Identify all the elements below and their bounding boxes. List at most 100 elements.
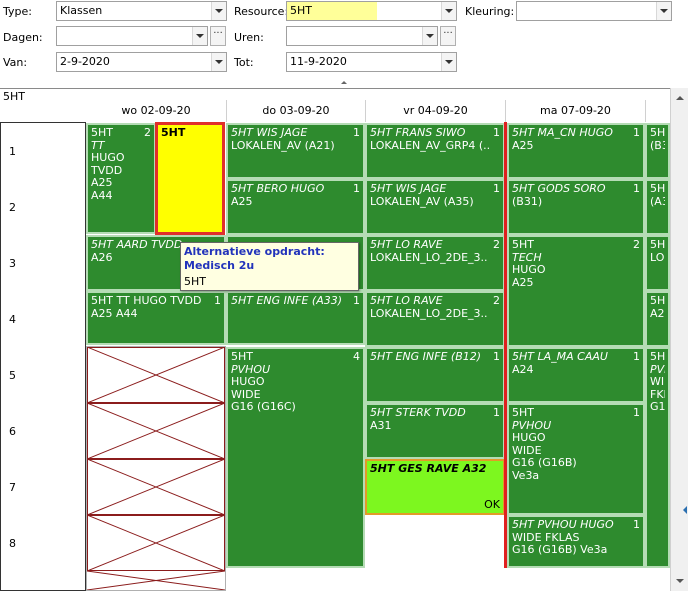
lesson-block[interactable]: 1 5HT WIS JAGE LOKALEN_AV (A35) <box>365 179 505 235</box>
uren-dropdown-button[interactable] <box>422 27 437 45</box>
type-label: Type: <box>3 5 32 18</box>
lesson-line: 5HT AARD TVDD <box>91 239 183 251</box>
lesson-line: G16 (G16B) <box>512 457 577 469</box>
hour-label: 2 <box>9 200 16 214</box>
lesson-block[interactable]: 4 5HT PVHOU HUGO WIDE G16 (G16C) <box>226 347 365 568</box>
lesson-line: 5HT <box>91 127 113 139</box>
lesson-block[interactable]: 1 5HT PVHOU HUGO WIDE FKLAS G16 (G16B) V… <box>507 515 645 568</box>
kleuring-select[interactable] <box>516 1 672 21</box>
lesson-line: 5HT BERO HUGO <box>231 183 325 195</box>
tot-date-picker[interactable]: 11-9-2020 <box>286 52 457 72</box>
lesson-count: 1 <box>353 294 360 307</box>
lesson-block[interactable]: 5H (B31 <box>645 123 670 179</box>
tot-label: Tot: <box>234 56 254 69</box>
lesson-line: 5HT GES RAVE A32 <box>370 463 487 475</box>
lesson-line: (A3 <box>650 195 665 208</box>
selected-lesson-block[interactable]: 5HT <box>155 122 225 235</box>
lesson-block[interactable]: 1 5HT ENG INFE (A33) <box>226 291 365 345</box>
lesson-line: TVDD <box>91 164 123 177</box>
lesson-block[interactable]: 1 5HT ENG INFE (B12) <box>365 347 505 403</box>
van-date-picker[interactable]: 2-9-2020 <box>56 52 227 72</box>
lesson-line: 5HT WIS JAGE <box>231 127 308 139</box>
uren-label: Uren: <box>234 31 264 44</box>
lesson-block[interactable]: 1 5HT PVHOU HUGO WIDE G16 (G16B) Ve3a <box>507 403 645 515</box>
dagen-ellipsis-button[interactable]: ··· <box>210 26 226 46</box>
dagen-select[interactable] <box>56 26 208 46</box>
lesson-block[interactable]: 2 5HT TT HUGO TVDD A25 A44 <box>86 123 156 234</box>
lesson-count: 1 <box>493 406 500 419</box>
lesson-block[interactable]: 1 5HT GODS SORO (B31) <box>507 179 645 235</box>
lesson-line: PVHOU <box>231 363 271 376</box>
vertical-scrollbar[interactable] <box>670 88 688 591</box>
lesson-block[interactable]: 2 5HT TECH HUGO A25 <box>507 235 645 347</box>
dagen-value <box>57 27 192 45</box>
lesson-block[interactable]: 1 5HT BERO HUGO A25 <box>226 179 365 235</box>
lesson-block[interactable]: 5H (A3 <box>645 179 670 235</box>
lesson-line: 5H <box>650 239 665 251</box>
lesson-block[interactable]: 2 5HT LO RAVE LOKALEN_LO_2DE_3.. <box>365 291 505 347</box>
current-week-marker <box>504 122 507 568</box>
lesson-line: TT <box>91 139 105 152</box>
van-value[interactable]: 2-9-2020 <box>57 53 211 71</box>
lesson-line: LOKALEN_AV (A35) <box>370 195 474 208</box>
chevron-down-icon <box>660 9 668 13</box>
kleuring-label: Kleuring: <box>465 5 515 18</box>
resource-dropdown-button[interactable] <box>441 2 456 20</box>
lesson-line: A44 <box>91 189 113 202</box>
lesson-line: 5HT FRANS SIWO <box>370 127 466 139</box>
lesson-block[interactable]: 1 5HT TT HUGO TVDD A25 A44 <box>86 291 226 345</box>
lesson-line: 5HT TT HUGO TVDD <box>91 295 202 307</box>
lesson-line: A25 <box>91 177 113 189</box>
lesson-line: WIDE <box>512 444 542 457</box>
uren-ellipsis-button[interactable]: ··· <box>440 26 456 46</box>
lesson-block[interactable]: 1 5HT FRANS SIWO LOKALEN_AV_GRP4 (.. <box>365 123 505 179</box>
uren-value <box>287 27 422 45</box>
lesson-line: 5HT MA_CN HUGO <box>512 127 613 139</box>
tot-dropdown-button[interactable] <box>441 53 456 71</box>
day-header-ma[interactable]: ma 07-09-20 <box>505 100 645 122</box>
lesson-line: A24 <box>512 363 534 376</box>
lesson-line: TECH <box>512 251 542 264</box>
type-select[interactable]: Klassen <box>56 1 227 21</box>
lesson-block[interactable]: 5H LOK <box>645 235 670 291</box>
dagen-dropdown-button[interactable] <box>192 27 207 45</box>
day-header-wo[interactable]: wo 02-09-20 <box>86 100 226 122</box>
lesson-line: 5HT LA_MA CAAU <box>512 351 608 363</box>
day-header-do[interactable]: do 03-09-20 <box>226 100 365 122</box>
lesson-line: (B31 <box>650 139 665 152</box>
lesson-block[interactable]: 5H A25 <box>645 291 670 347</box>
tot-value[interactable]: 11-9-2020 <box>287 53 441 71</box>
lesson-line: 5HT GODS SORO <box>512 183 606 195</box>
day-header-vr[interactable]: vr 04-09-20 <box>365 100 505 122</box>
lesson-line: (B31) <box>512 195 543 208</box>
lesson-line: HUGO <box>231 376 265 388</box>
van-dropdown-button[interactable] <box>211 53 226 71</box>
uren-select[interactable] <box>286 26 438 46</box>
side-panel-arrow-icon[interactable] <box>683 506 687 514</box>
kleuring-dropdown-button[interactable] <box>656 2 671 20</box>
lesson-line: LOKALEN_LO_2DE_3.. <box>370 307 488 320</box>
lesson-line: A25 <box>231 195 253 208</box>
type-dropdown-button[interactable] <box>211 2 226 20</box>
lesson-block[interactable]: 5H PVI WID FKLA G16 <box>645 347 670 568</box>
lesson-line: G16 <box>650 401 665 413</box>
lesson-block[interactable]: 1 5HT LA_MA CAAU A24 <box>507 347 645 403</box>
scroll-up-icon[interactable] <box>676 96 684 100</box>
resource-select[interactable]: 5HT <box>286 1 457 21</box>
completed-lesson-block[interactable]: 5HT GES RAVE A32 OK <box>365 459 505 515</box>
lesson-line: 5HT ENG INFE (B12) <box>370 351 482 363</box>
lesson-block[interactable]: 1 5HT WIS JAGE LOKALEN_AV (A21) <box>226 123 365 179</box>
lesson-block[interactable]: 1 5HT STERK TVDD A31 <box>365 403 505 459</box>
lesson-line: 5HT LO RAVE <box>370 295 443 307</box>
lesson-count: 2 <box>144 126 151 139</box>
collapse-filters-icon[interactable] <box>341 81 347 84</box>
scroll-down-icon[interactable] <box>676 579 684 583</box>
lesson-count: 2 <box>493 294 500 307</box>
lesson-line: HUGO <box>512 432 546 444</box>
lesson-block[interactable]: 1 5HT MA_CN HUGO A25 <box>507 123 645 179</box>
chevron-down-icon <box>215 60 223 64</box>
lesson-block[interactable]: 2 5HT LO RAVE LOKALEN_LO_2DE_3.. <box>365 235 505 291</box>
tooltip-resource: 5HT <box>184 275 206 288</box>
lesson-line: 5H <box>650 351 665 363</box>
lesson-line: WIDE <box>231 388 261 401</box>
